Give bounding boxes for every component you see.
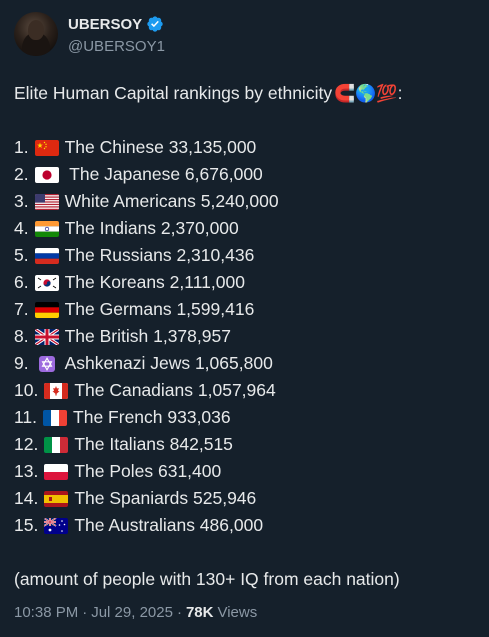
ranking-number: 15. — [14, 515, 39, 535]
tweet-body: Elite Human Capital rankings by ethnicit… — [14, 80, 475, 593]
ranking-text: White Americans 5,240,000 — [64, 191, 279, 211]
ranking-text: Ashkenazi Jews 1,065,800 — [64, 353, 273, 373]
tweet-header: UBERSOY @UBERSOY1 — [14, 12, 475, 60]
ranking-text: The Indians 2,370,000 — [64, 218, 239, 238]
spain-flag-icon — [44, 490, 69, 507]
intro-colon: : — [397, 83, 403, 103]
intro-text: Elite Human Capital rankings by ethnicit… — [14, 83, 333, 103]
uk-flag-icon — [34, 328, 59, 345]
china-flag-icon — [34, 139, 59, 156]
ranking-text: The Poles 631,400 — [74, 461, 222, 481]
ranking-number: 7. — [14, 299, 29, 319]
star-of-david-icon — [35, 355, 59, 372]
ranking-item: 11. The French 933,036 — [14, 404, 475, 431]
ranking-text: The French 933,036 — [73, 407, 231, 427]
ranking-number: 1. — [14, 137, 29, 157]
ranking-text: The Canadians 1,057,964 — [74, 380, 276, 400]
post-time[interactable]: 10:38 PM — [14, 604, 78, 621]
ranking-text: The Chinese 33,135,000 — [64, 137, 257, 157]
author-handle[interactable]: @UBERSOY1 — [68, 38, 165, 55]
russia-flag-icon — [34, 247, 59, 264]
ranking-item: 2. The Japanese 6,676,000 — [14, 161, 475, 188]
ranking-text: The Spaniards 525,946 — [74, 488, 257, 508]
ranking-item: 12. The Italians 842,515 — [14, 431, 475, 458]
ranking-number: 9. — [14, 353, 29, 373]
ranking-number: 11. — [14, 407, 38, 427]
ranking-text: The Koreans 2,111,000 — [64, 272, 245, 292]
ranking-number: 3. — [14, 191, 29, 211]
rankings-list: 1. The Chinese 33,135,000 2. The Japanese … — [14, 134, 475, 539]
ranking-number: 2. — [14, 164, 29, 184]
ranking-number: 5. — [14, 245, 29, 265]
italy-flag-icon — [44, 436, 69, 453]
ranking-text: The Italians 842,515 — [74, 434, 233, 454]
ranking-number: 13. — [14, 461, 39, 481]
meta-separator: · — [82, 604, 88, 621]
poland-flag-icon — [44, 463, 69, 480]
ranking-item: 15. The Australians 486,000 — [14, 512, 475, 539]
ranking-item: 7. The Germans 1,599,416 — [14, 296, 475, 323]
ranking-text: The Japanese 6,676,000 — [64, 164, 263, 184]
display-name-row: UBERSOY — [68, 14, 165, 34]
ranking-number: 6. — [14, 272, 29, 292]
ranking-number: 10. — [14, 380, 39, 400]
ranking-item: 13. The Poles 631,400 — [14, 458, 475, 485]
magnet-globe-hundred-emoji-icon: 🧲🌎💯 — [334, 84, 398, 103]
intro-line: Elite Human Capital rankings by ethnicit… — [14, 80, 475, 107]
footnote: (amount of people with 130+ IQ from each… — [14, 569, 400, 589]
ranking-text: The Russians 2,310,436 — [64, 245, 255, 265]
france-flag-icon — [43, 409, 68, 426]
ranking-item: 6. The Koreans 2,111,000 — [14, 269, 475, 296]
author-names: UBERSOY @UBERSOY1 — [68, 14, 165, 56]
ranking-text: The Australians 486,000 — [74, 515, 264, 535]
ranking-item: 5. The Russians 2,310,436 — [14, 242, 475, 269]
views-label: Views — [217, 604, 258, 621]
post-date[interactable]: Jul 29, 2025 — [91, 604, 173, 621]
ranking-number: 8. — [14, 326, 29, 346]
ranking-text: The British 1,378,957 — [64, 326, 231, 346]
canada-flag-icon — [44, 382, 69, 399]
ranking-number: 12. — [14, 434, 39, 454]
ranking-item: 14. The Spaniards 525,946 — [14, 485, 475, 512]
ranking-item: 9. Ashkenazi Jews 1,065,800 — [14, 350, 475, 377]
germany-flag-icon — [34, 301, 59, 318]
ranking-number: 4. — [14, 218, 29, 238]
japan-flag-icon — [34, 166, 59, 183]
ranking-item: 8. The British 1,378,957 — [14, 323, 475, 350]
ranking-number: 14. — [14, 488, 39, 508]
ranking-text: The Germans 1,599,416 — [64, 299, 255, 319]
views-count[interactable]: 78K — [186, 604, 214, 621]
verified-badge-icon[interactable] — [146, 15, 164, 33]
south-korea-flag-icon — [34, 274, 59, 291]
india-flag-icon — [34, 220, 59, 237]
usa-flag-icon — [34, 193, 59, 210]
display-name[interactable]: UBERSOY — [68, 16, 142, 33]
tweet: UBERSOY @UBERSOY1 Elite Human Capital ra… — [0, 0, 489, 637]
ranking-item: 3. White Americans 5,240,000 — [14, 188, 475, 215]
ranking-item: 1. The Chinese 33,135,000 — [14, 134, 475, 161]
tweet-meta: 10:38 PM · Jul 29, 2025 · 78K Views — [14, 604, 257, 621]
australia-flag-icon — [44, 517, 69, 534]
meta-separator-2: · — [176, 604, 182, 621]
ranking-item: 4. The Indians 2,370,000 — [14, 215, 475, 242]
avatar[interactable] — [14, 12, 58, 56]
ranking-item: 10. The Canadians 1,057,964 — [14, 377, 475, 404]
